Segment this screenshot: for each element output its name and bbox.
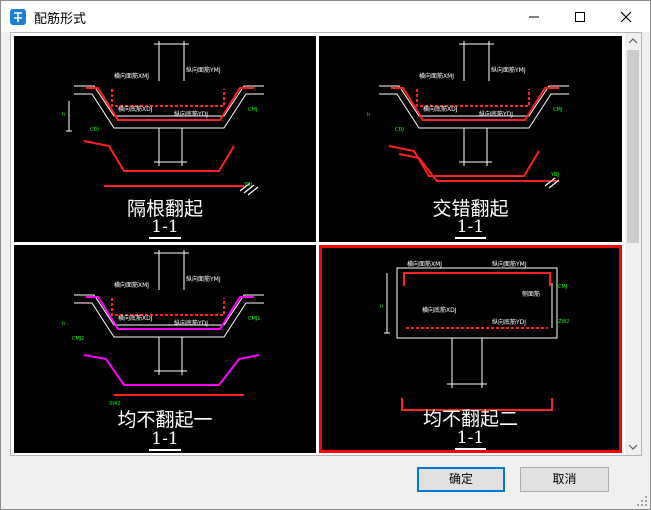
label-ydj: 纵向底筋YDJ bbox=[174, 110, 208, 118]
options-grid: 横向面筋XMJ 纵向面筋YMJ 横向底筋XDJ 纵向底筋YDJ CMJ CDJ … bbox=[11, 33, 625, 455]
section-text: 1-1 bbox=[149, 217, 181, 239]
minimize-icon bbox=[529, 16, 539, 18]
close-button[interactable] bbox=[603, 1, 649, 32]
section-text: 1-1 bbox=[454, 217, 487, 239]
label-ydj: 纵向底筋YDJ bbox=[174, 319, 208, 327]
section-label: 1-1 bbox=[14, 217, 316, 239]
minimize-button[interactable] bbox=[511, 1, 557, 32]
label-ymj: 纵向面筋YMJ bbox=[491, 66, 526, 74]
option-tile-1[interactable]: 横向面筋XMJ 纵向面筋YMJ 横向底筋XDJ 纵向底筋YDJ CMJ CDJ … bbox=[14, 36, 316, 242]
label-ybj: YBJ bbox=[550, 172, 559, 178]
option-tile-4-selected[interactable]: 横向面筋XMJ 纵向面筋YMJ 横向底筋XDJ 纵向底筋YDJ 侧面筋 CMJ … bbox=[319, 245, 622, 453]
label-ymj: 纵向面筋YMJ bbox=[186, 66, 221, 74]
label-xdj: 横向底筋XDJ bbox=[422, 306, 457, 314]
label-cmj: CMJ bbox=[553, 107, 562, 113]
section-label: 1-1 bbox=[322, 428, 619, 450]
option-name: 均不翻起二 bbox=[422, 408, 518, 430]
app-icon bbox=[10, 9, 26, 25]
label-ymj: 纵向面筋YMJ bbox=[492, 260, 527, 268]
label-h: h bbox=[367, 112, 370, 118]
label-h: h bbox=[62, 321, 65, 327]
section-text: 1-1 bbox=[149, 429, 181, 451]
label-side: 侧面筋 bbox=[522, 290, 540, 298]
label-xdj: 横向底筋XDJ bbox=[118, 314, 153, 322]
vertical-scrollbar[interactable] bbox=[625, 33, 641, 455]
label-xmj: 横向面筋XMJ bbox=[419, 72, 454, 80]
scroll-down-button[interactable] bbox=[625, 438, 641, 455]
label-zw2: ZW2 bbox=[558, 319, 570, 325]
label-xmj: 横向面筋XMJ bbox=[407, 260, 442, 268]
ok-button[interactable]: 确定 bbox=[417, 467, 505, 492]
label-cmj2: CMJ2 bbox=[72, 336, 84, 342]
label-ydj: 纵向底筋YDJ bbox=[492, 318, 526, 326]
title-bar[interactable]: 配筋形式 bbox=[1, 1, 650, 32]
dialog-window: 配筋形式 横向面筋XMJ 纵向面筋YMJ 横向底筋XDJ 纵向底筋YDJ CMJ… bbox=[0, 0, 651, 510]
options-panel: 横向面筋XMJ 纵向面筋YMJ 横向底筋XDJ 纵向底筋YDJ CMJ CDJ … bbox=[10, 32, 642, 456]
cancel-button[interactable]: 取消 bbox=[520, 467, 609, 492]
chevron-down-icon bbox=[628, 444, 638, 450]
label-h: h bbox=[380, 304, 383, 310]
resize-grip-icon[interactable] bbox=[636, 495, 648, 507]
label-h: h bbox=[62, 112, 65, 118]
label-cmj: CMJ bbox=[558, 284, 567, 290]
label-xmj: 横向面筋XMJ bbox=[114, 72, 149, 80]
section-text: 1-1 bbox=[454, 428, 487, 450]
close-icon bbox=[620, 11, 632, 23]
option-tile-2[interactable]: 横向面筋XMJ 纵向面筋YMJ 横向底筋XDJ 纵向底筋YDJ CMJ CDJ … bbox=[319, 36, 622, 242]
option-tile-3[interactable]: 横向面筋XMJ 纵向面筋YMJ 横向底筋XDJ 纵向底筋YDJ CMJ1 CMJ… bbox=[14, 245, 316, 453]
option-name: 均不翻起一 bbox=[117, 409, 213, 431]
label-xdj: 横向底筋XDJ bbox=[118, 105, 153, 113]
section-label: 1-1 bbox=[319, 217, 622, 239]
label-cmj1: CMJ1 bbox=[248, 316, 260, 322]
window-title: 配筋形式 bbox=[34, 12, 87, 27]
label-cmj: CMJ bbox=[248, 107, 257, 113]
maximize-icon bbox=[575, 12, 585, 22]
label-ymj: 纵向面筋YMJ bbox=[186, 275, 221, 283]
scroll-up-button[interactable] bbox=[625, 33, 641, 50]
label-xdj: 横向底筋XDJ bbox=[423, 105, 458, 113]
label-ybj: YBJ bbox=[243, 182, 252, 188]
chevron-up-icon bbox=[628, 38, 638, 44]
label-cdj: CDJ bbox=[90, 127, 99, 133]
label-xmj: 横向面筋XMJ bbox=[114, 281, 149, 289]
label-cdj: CDJ bbox=[395, 127, 404, 133]
scroll-thumb[interactable] bbox=[627, 50, 639, 243]
maximize-button[interactable] bbox=[557, 1, 603, 32]
section-label: 1-1 bbox=[14, 429, 316, 451]
label-ydj: 纵向底筋YDJ bbox=[479, 110, 513, 118]
